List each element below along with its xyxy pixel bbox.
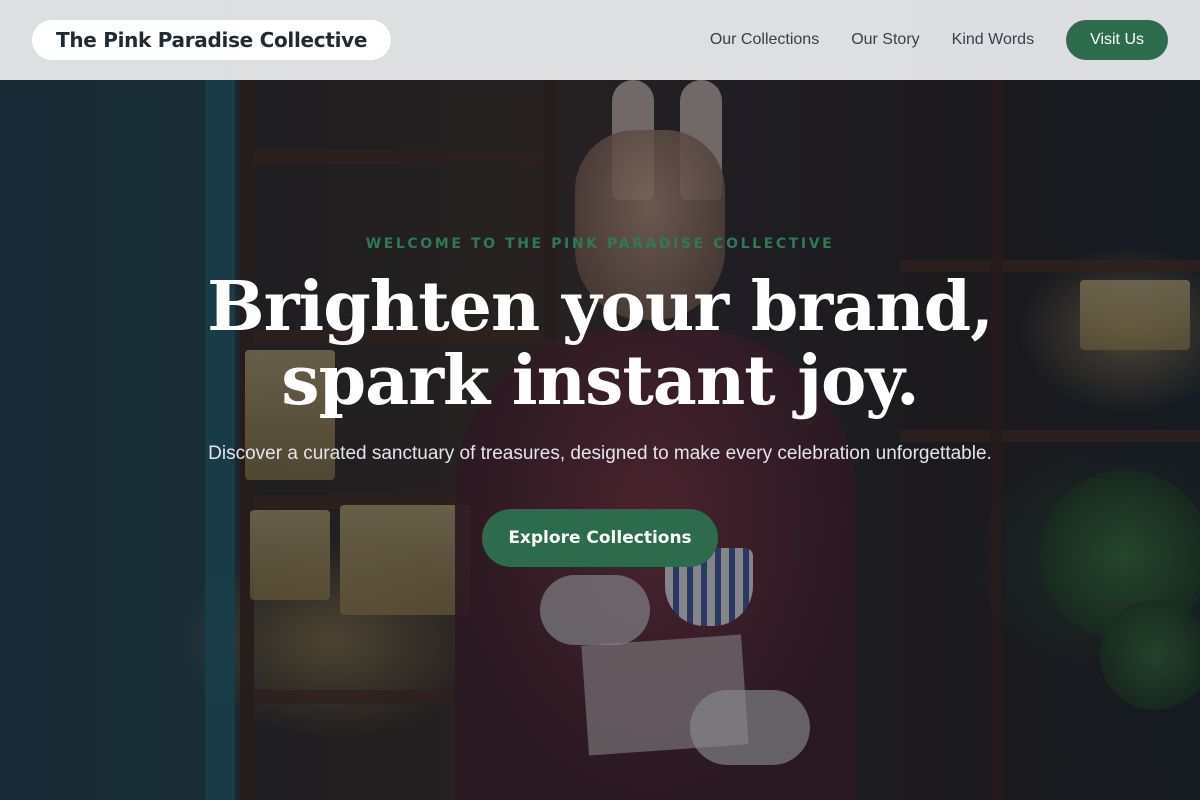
hero-headline-line-1: Brighten your brand, <box>207 267 994 347</box>
hero-subheadline: Discover a curated sanctuary of treasure… <box>208 443 992 464</box>
hero-eyebrow: WELCOME TO THE PINK PARADISE COLLECTIVE <box>365 236 835 252</box>
explore-collections-button[interactable]: Explore Collections <box>482 509 718 567</box>
hero-headline: Brighten your brand, spark instant joy. <box>0 270 1200 418</box>
hero-headline-line-2: spark instant joy. <box>281 341 919 421</box>
hero-section: WELCOME TO THE PINK PARADISE COLLECTIVE … <box>0 0 1200 800</box>
